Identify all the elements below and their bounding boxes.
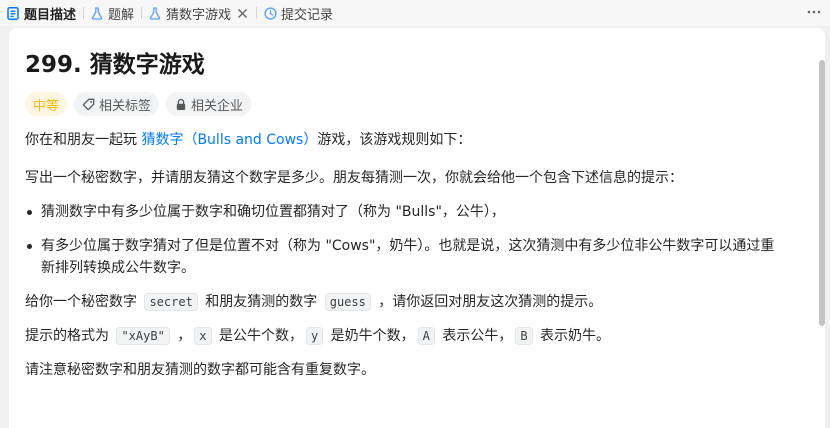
tab-description-label: 题目描述 bbox=[24, 7, 77, 23]
tag-icon bbox=[82, 98, 95, 111]
scrollbar[interactable] bbox=[819, 60, 825, 326]
list-item: 猜测数字中有多少位属于数字和确切位置都猜对了（称为 "Bulls"，公牛）， bbox=[25, 201, 805, 223]
tab-description[interactable]: 题目描述 bbox=[0, 0, 83, 26]
description-format: 提示的格式为 "xAyB" ， x 是公牛个数， y 是奶牛个数， A 表示公牛， B … bbox=[25, 325, 805, 347]
description-icon bbox=[6, 6, 20, 20]
tab-submissions-label: 提交记录 bbox=[281, 7, 334, 23]
tab-guess-game-label: 猜数字游戏 bbox=[166, 7, 232, 23]
tab-submissions[interactable]: 提交记录 bbox=[257, 0, 340, 26]
format-text: 是奶牛个数， bbox=[326, 328, 415, 344]
related-companies-button[interactable]: 相关企业 bbox=[166, 92, 252, 116]
tab-guess-game[interactable]: 猜数字游戏 bbox=[142, 0, 256, 26]
code-x: x bbox=[194, 327, 212, 345]
tab-bar: 题目描述 题解 猜数字游戏 提交记录 bbox=[0, 0, 830, 26]
list-item-text: 猜测数字中有多少位属于数字和确切位置都猜对了（称为 "Bulls"，公牛）， bbox=[41, 204, 505, 220]
format-text: ， bbox=[172, 328, 192, 344]
code-format: "xAyB" bbox=[116, 327, 170, 345]
description-note: 请注意秘密数字和朋友猜测的数字都可能含有重复数字。 bbox=[25, 362, 375, 378]
close-icon[interactable] bbox=[236, 7, 249, 20]
format-text: 是公牛个数， bbox=[214, 328, 303, 344]
rules-list: 猜测数字中有多少位属于数字和确切位置都猜对了（称为 "Bulls"，公牛）， 有… bbox=[25, 201, 805, 279]
lock-icon bbox=[174, 98, 187, 111]
page-title: 299. 猜数字游戏 bbox=[25, 52, 205, 78]
problem-description-panel: 299. 猜数字游戏 中等 相关标签 相关企业 你在和朋友一起玩 猜数字（Bul… bbox=[9, 28, 825, 428]
tab-solutions[interactable]: 题解 bbox=[84, 0, 141, 26]
more-icon[interactable] bbox=[807, 5, 821, 19]
task-text: ，请你返回对朋友这次猜测的提示。 bbox=[373, 294, 603, 310]
related-companies-label: 相关企业 bbox=[191, 98, 244, 114]
intro-text: 你在和朋友一起玩 bbox=[25, 132, 142, 148]
format-text: 表示公牛， bbox=[437, 328, 513, 344]
code-a: A bbox=[417, 327, 435, 345]
format-text: 表示奶牛。 bbox=[535, 328, 611, 344]
flask-icon bbox=[90, 6, 104, 20]
description-task: 给你一个秘密数字 secret 和朋友猜测的数字 guess ，请你返回对朋友这… bbox=[25, 291, 805, 313]
format-text: 提示的格式为 bbox=[25, 328, 114, 344]
task-text: 给你一个秘密数字 bbox=[25, 294, 142, 310]
difficulty-badge: 中等 bbox=[25, 92, 68, 116]
related-tags-label: 相关标签 bbox=[99, 98, 152, 114]
description-intro: 你在和朋友一起玩 猜数字（Bulls and Cows）游戏，该游戏规则如下： bbox=[25, 129, 805, 151]
bulls-and-cows-link[interactable]: 猜数字（Bulls and Cows） bbox=[141, 132, 317, 148]
intro-text-end: 游戏，该游戏规则如下： bbox=[317, 132, 472, 148]
problem-tags: 中等 相关标签 相关企业 bbox=[25, 92, 805, 116]
tab-solutions-label: 题解 bbox=[108, 7, 135, 23]
problem-content: 299. 猜数字游戏 中等 相关标签 相关企业 你在和朋友一起玩 猜数字（Bul… bbox=[25, 28, 805, 381]
code-b: B bbox=[515, 327, 533, 345]
history-icon bbox=[263, 6, 277, 20]
code-guess: guess bbox=[324, 293, 371, 311]
related-tags-button[interactable]: 相关标签 bbox=[74, 92, 160, 116]
flask-icon bbox=[148, 6, 162, 20]
list-item-text: 新排列转换成公牛数字。 bbox=[41, 260, 195, 276]
code-secret: secret bbox=[144, 293, 198, 311]
task-text: 和朋友猜测的数字 bbox=[200, 294, 322, 310]
list-item-text: 有多少位属于数字猜对了但是位置不对（称为 "Cows"，奶牛）。也就是说，这次猜… bbox=[41, 238, 775, 254]
description-rules: 写出一个秘密数字，并请朋友猜这个数字是多少。朋友每猜测一次，你就会给他一个包含下… bbox=[25, 170, 683, 186]
list-item: 有多少位属于数字猜对了但是位置不对（称为 "Cows"，奶牛）。也就是说，这次猜… bbox=[25, 235, 805, 279]
code-y: y bbox=[305, 327, 324, 345]
